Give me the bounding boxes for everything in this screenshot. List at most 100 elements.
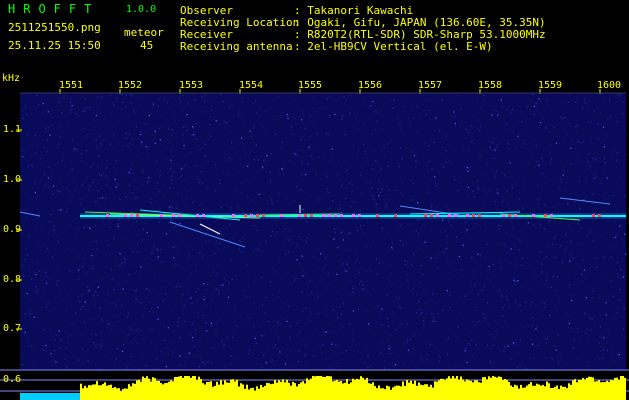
noise-pixel [310, 195, 312, 197]
noise-pixel [216, 329, 218, 331]
noise-pixel [504, 130, 506, 132]
noise-pixel [449, 294, 451, 297]
noise-pixel [392, 116, 394, 118]
noise-pixel [209, 275, 211, 277]
noise-pixel [489, 146, 491, 148]
noise-pixel [174, 120, 176, 122]
noise-pixel [496, 146, 498, 148]
noise-pixel [379, 314, 381, 316]
noise-pixel [503, 350, 505, 352]
level-bar [396, 385, 398, 400]
noise-pixel [133, 111, 135, 113]
noise-pixel [182, 240, 185, 242]
noise-pixel [553, 132, 555, 134]
noise-pixel [70, 346, 72, 348]
noise-pixel [413, 154, 416, 157]
noise-pixel [193, 345, 195, 348]
noise-pixel [130, 329, 132, 331]
noise-pixel [367, 366, 369, 369]
noise-pixel [470, 239, 472, 241]
noise-pixel [537, 199, 539, 201]
noise-pixel [607, 187, 609, 190]
noise-pixel [279, 351, 281, 353]
noise-pixel [610, 247, 612, 249]
noise-pixel [404, 343, 406, 345]
noise-pixel [69, 269, 71, 272]
noise-pixel [454, 364, 457, 366]
noise-pixel [364, 130, 366, 132]
level-bar [550, 388, 552, 400]
noise-pixel [50, 214, 52, 216]
noise-pixel [35, 285, 37, 288]
noise-pixel [508, 175, 510, 178]
noise-pixel [355, 344, 357, 346]
noise-pixel [265, 362, 267, 364]
noise-pixel [271, 203, 273, 205]
noise-pixel [545, 342, 547, 344]
noise-pixel [89, 285, 91, 287]
noise-pixel [41, 226, 43, 228]
noise-pixel [416, 312, 418, 314]
noise-pixel [32, 366, 34, 368]
noise-pixel [81, 184, 83, 186]
noise-pixel [609, 97, 611, 99]
x-tick-label: 1559 [538, 80, 563, 91]
noise-pixel [489, 147, 492, 149]
noise-pixel [416, 105, 418, 107]
noise-pixel [547, 104, 549, 106]
level-bar [368, 383, 370, 400]
level-bar [174, 377, 176, 400]
noise-pixel [203, 298, 205, 301]
noise-pixel [92, 342, 95, 344]
noise-pixel [550, 286, 552, 289]
noise-pixel [121, 262, 123, 264]
noise-pixel [228, 159, 231, 162]
noise-pixel [548, 220, 550, 223]
noise-pixel [575, 162, 577, 164]
noise-pixel [298, 328, 300, 331]
level-bar [204, 384, 206, 400]
noise-pixel [77, 147, 79, 149]
noise-pixel [572, 347, 574, 349]
noise-pixel [317, 248, 319, 250]
noise-pixel [257, 159, 260, 161]
noise-pixel [89, 106, 91, 109]
noise-pixel [523, 142, 525, 144]
level-bar [372, 382, 374, 400]
noise-pixel [246, 234, 249, 236]
noise-pixel [37, 241, 39, 243]
noise-pixel [399, 124, 401, 126]
noise-pixel [192, 127, 194, 129]
noise-pixel [67, 341, 69, 344]
noise-pixel [207, 361, 209, 363]
noise-pixel [80, 198, 83, 200]
noise-pixel [445, 135, 448, 137]
noise-pixel [37, 193, 40, 196]
level-bar [206, 382, 208, 400]
noise-pixel [352, 355, 355, 357]
noise-pixel [555, 349, 557, 351]
noise-pixel [559, 178, 562, 181]
noise-pixel [532, 316, 534, 319]
noise-pixel [148, 328, 150, 330]
noise-pixel [624, 195, 626, 197]
noise-pixel [133, 186, 136, 189]
level-bar [442, 378, 444, 400]
noise-pixel [30, 345, 33, 347]
noise-pixel [55, 105, 57, 107]
noise-pixel [573, 348, 575, 350]
noise-pixel [113, 104, 115, 106]
noise-pixel [231, 142, 233, 144]
noise-pixel [128, 133, 131, 135]
noise-pixel [284, 363, 287, 365]
noise-pixel [414, 203, 416, 206]
noise-pixel [414, 165, 416, 167]
noise-pixel [230, 259, 232, 261]
noise-pixel [106, 127, 109, 129]
noise-pixel [189, 151, 191, 154]
noise-pixel [401, 158, 403, 160]
noise-pixel [581, 106, 584, 109]
noise-pixel [271, 230, 274, 233]
signal-peak [544, 214, 547, 217]
noise-pixel [525, 302, 527, 304]
